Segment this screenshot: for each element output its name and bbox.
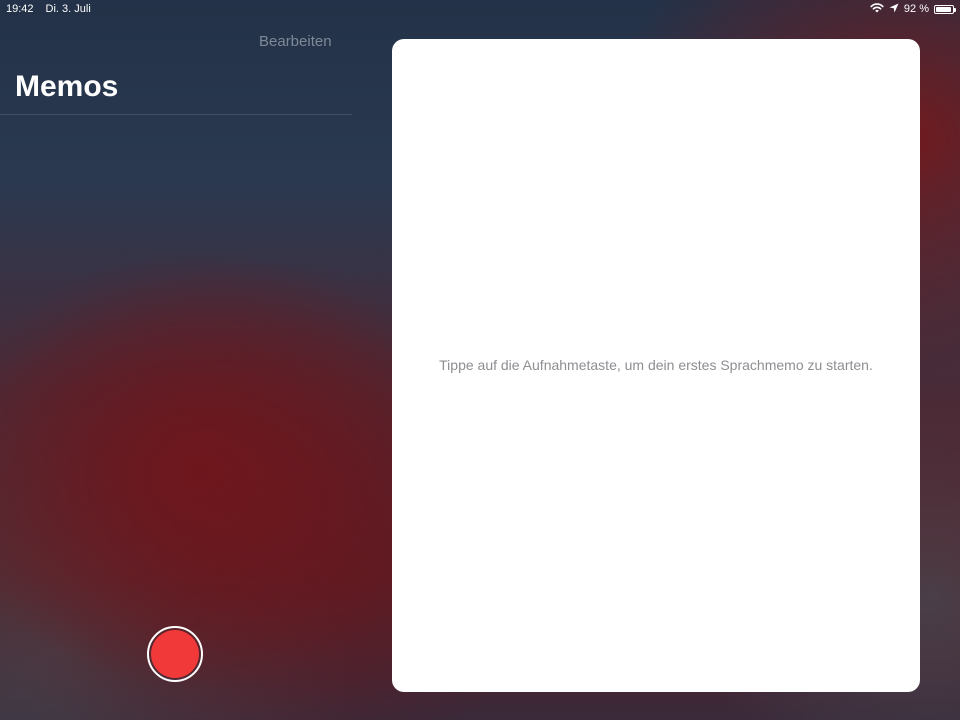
voice-memos-screen: 19:42 Di. 3. Juli 92 % Bearbeiten Memos … [0, 0, 960, 720]
wifi-icon [870, 2, 884, 16]
battery-fill [936, 6, 951, 12]
status-left: 19:42 Di. 3. Juli [6, 3, 91, 15]
status-right: 92 % [870, 2, 956, 16]
status-bar: 19:42 Di. 3. Juli 92 % [0, 0, 960, 20]
title-divider [0, 114, 352, 115]
location-arrow-icon [889, 3, 899, 16]
detail-panel: Tippe auf die Aufnahmetaste, um dein ers… [392, 39, 920, 692]
battery-icon [934, 4, 956, 14]
status-time: 19:42 [6, 3, 34, 15]
empty-state-hint: Tippe auf die Aufnahmetaste, um dein ers… [439, 357, 873, 373]
record-icon [151, 630, 199, 678]
battery-tip [954, 7, 956, 12]
edit-button[interactable]: Bearbeiten [259, 33, 332, 50]
status-date: Di. 3. Juli [45, 3, 91, 15]
record-button[interactable] [147, 626, 203, 682]
page-title: Memos [15, 70, 119, 103]
battery-percent: 92 % [903, 3, 929, 15]
